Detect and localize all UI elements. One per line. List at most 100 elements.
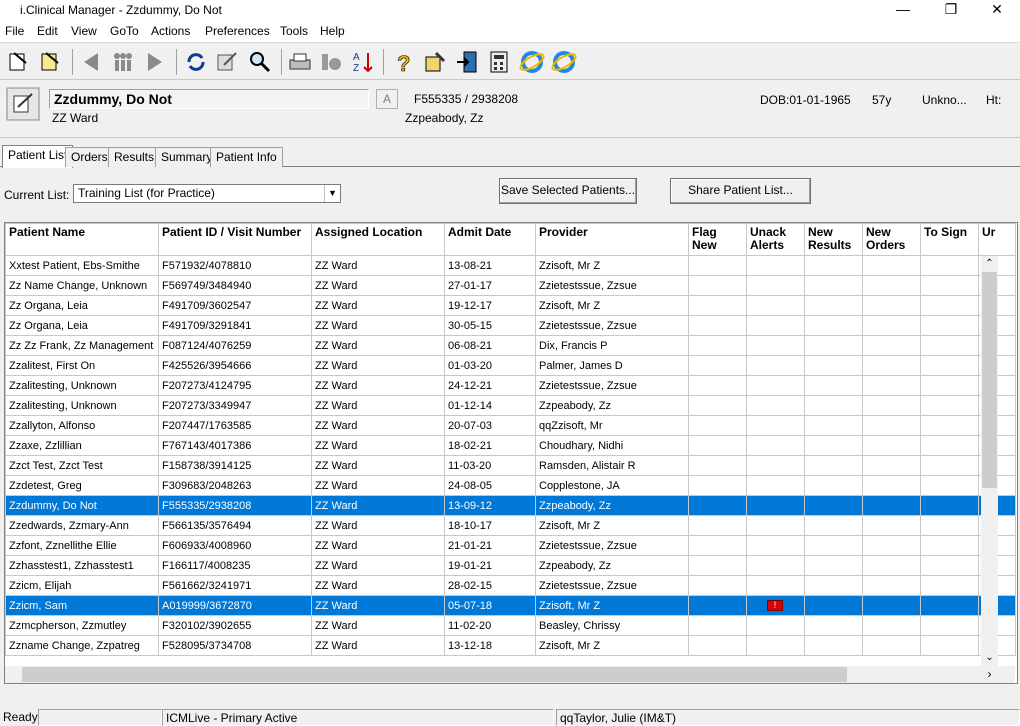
table-cell-empty[interactable] xyxy=(688,415,747,436)
table-cell-empty[interactable] xyxy=(920,255,979,276)
table-cell[interactable]: F207273/3349947 xyxy=(158,395,312,416)
horizontal-scrollbar[interactable]: › xyxy=(5,666,998,683)
table-cell[interactable]: 01-12-14 xyxy=(444,395,536,416)
table-cell-empty[interactable] xyxy=(746,315,805,336)
table-cell-empty[interactable] xyxy=(688,295,747,316)
table-cell[interactable]: 30-05-15 xyxy=(444,315,536,336)
table-cell-empty[interactable]: ! xyxy=(746,595,805,616)
table-cell-empty[interactable] xyxy=(804,595,863,616)
table-cell[interactable]: Zzfont, Zznellithe Ellie xyxy=(5,535,159,556)
table-cell[interactable]: ZZ Ward xyxy=(311,375,445,396)
bookmark-icon[interactable] xyxy=(318,49,344,75)
table-cell[interactable]: Zzallyton, Alfonso xyxy=(5,415,159,436)
internet-explorer-icon[interactable] xyxy=(519,49,545,75)
table-row[interactable]: Zzdetest, Greg F309683/2048263 ZZ Ward 24-0… xyxy=(5,475,1016,496)
table-cell-empty[interactable] xyxy=(746,615,805,636)
table-cell-empty[interactable] xyxy=(688,495,747,516)
table-cell-empty[interactable] xyxy=(746,375,805,396)
table-cell-empty[interactable] xyxy=(746,575,805,596)
table-cell[interactable]: Zzietestssue, Zzsue xyxy=(535,315,689,336)
column-header[interactable]: Unack Alerts xyxy=(746,223,805,256)
table-cell-empty[interactable] xyxy=(688,615,747,636)
table-cell-empty[interactable] xyxy=(688,255,747,276)
table-cell[interactable]: ZZ Ward xyxy=(311,495,445,516)
table-cell[interactable]: ZZ Ward xyxy=(311,395,445,416)
table-cell[interactable]: ZZ Ward xyxy=(311,255,445,276)
table-cell[interactable]: F569749/3484940 xyxy=(158,275,312,296)
table-row[interactable]: Zz Name Change, Unknown F569749/3484940 ZZ… xyxy=(5,275,1016,296)
table-row[interactable]: Zzedwards, Zzmary-Ann F566135/3576494 ZZ W… xyxy=(5,515,1016,536)
table-cell[interactable]: Copplestone, JA xyxy=(535,475,689,496)
table-cell-empty[interactable] xyxy=(746,635,805,656)
table-cell[interactable]: ZZ Ward xyxy=(311,455,445,476)
table-cell-empty[interactable] xyxy=(746,275,805,296)
help-icon[interactable]: ? xyxy=(390,49,416,75)
table-cell[interactable]: F491709/3291841 xyxy=(158,315,312,336)
table-cell[interactable]: Zzisoft, Mr Z xyxy=(535,635,689,656)
table-cell[interactable]: F425526/3954666 xyxy=(158,355,312,376)
table-cell-empty[interactable] xyxy=(920,275,979,296)
table-cell-empty[interactable] xyxy=(920,395,979,416)
table-cell-empty[interactable] xyxy=(804,575,863,596)
table-cell-empty[interactable] xyxy=(804,275,863,296)
current-list-select[interactable]: Training List (for Practice) ▼ xyxy=(73,184,341,203)
menu-actions[interactable]: Actions xyxy=(151,24,190,38)
unack-alert-icon[interactable]: ! xyxy=(767,600,783,612)
table-cell-empty[interactable] xyxy=(746,555,805,576)
column-header[interactable]: Assigned Location xyxy=(311,223,445,256)
table-cell-empty[interactable] xyxy=(804,555,863,576)
table-cell-empty[interactable] xyxy=(688,315,747,336)
table-cell-empty[interactable] xyxy=(804,315,863,336)
table-cell[interactable]: Zz Organa, Leia xyxy=(5,315,159,336)
table-cell-empty[interactable] xyxy=(804,255,863,276)
table-cell-empty[interactable] xyxy=(920,295,979,316)
table-cell-empty[interactable] xyxy=(688,595,747,616)
table-cell[interactable]: Zzisoft, Mr Z xyxy=(535,515,689,536)
table-cell[interactable]: ZZ Ward xyxy=(311,415,445,436)
table-cell-empty[interactable] xyxy=(688,355,747,376)
table-cell[interactable]: 24-08-05 xyxy=(444,475,536,496)
exit-door-icon[interactable] xyxy=(454,49,480,75)
table-cell-empty[interactable] xyxy=(688,515,747,536)
table-cell[interactable]: Zz Name Change, Unknown xyxy=(5,275,159,296)
table-cell[interactable]: ZZ Ward xyxy=(311,515,445,536)
table-cell[interactable]: F158738/3914125 xyxy=(158,455,312,476)
table-cell[interactable]: Zzietestssue, Zzsue xyxy=(535,575,689,596)
table-cell-empty[interactable] xyxy=(746,475,805,496)
table-cell[interactable]: F571932/4078810 xyxy=(158,255,312,276)
tab-summary[interactable]: Summary xyxy=(155,147,219,167)
table-row[interactable]: Zzallyton, Alfonso F207447/1763585 ZZ Ward… xyxy=(5,415,1016,436)
table-cell[interactable]: F087124/4076259 xyxy=(158,335,312,356)
table-cell-empty[interactable] xyxy=(862,415,921,436)
table-cell[interactable]: Zzaxe, Zzlillian xyxy=(5,435,159,456)
refresh-icon[interactable] xyxy=(183,49,209,75)
table-cell-empty[interactable] xyxy=(920,535,979,556)
table-cell-empty[interactable] xyxy=(746,295,805,316)
table-cell-empty[interactable] xyxy=(862,555,921,576)
table-row[interactable]: Zz Zz Frank, Zz Management F087124/407625… xyxy=(5,335,1016,356)
table-cell[interactable]: Zzpeabody, Zz xyxy=(535,495,689,516)
table-cell[interactable]: F566135/3576494 xyxy=(158,515,312,536)
table-cell-empty[interactable] xyxy=(804,635,863,656)
table-cell-empty[interactable] xyxy=(920,575,979,596)
table-cell[interactable]: F320102/3902655 xyxy=(158,615,312,636)
table-cell[interactable]: qqZzisoft, Mr xyxy=(535,415,689,436)
table-cell-empty[interactable] xyxy=(688,435,747,456)
allergy-indicator[interactable]: A xyxy=(376,89,398,109)
patient-search-icon[interactable] xyxy=(247,49,273,75)
table-cell[interactable]: Zzietestssue, Zzsue xyxy=(535,535,689,556)
table-cell[interactable]: 13-09-12 xyxy=(444,495,536,516)
table-cell-empty[interactable] xyxy=(746,395,805,416)
table-cell-empty[interactable] xyxy=(920,315,979,336)
table-cell[interactable]: Zzicm, Sam xyxy=(5,595,159,616)
table-cell[interactable]: ZZ Ward xyxy=(311,595,445,616)
table-cell-empty[interactable] xyxy=(804,355,863,376)
restore-icon[interactable]: ❐ xyxy=(928,0,974,20)
table-cell[interactable]: Zzalitesting, Unknown xyxy=(5,375,159,396)
table-cell[interactable]: Zzpeabody, Zz xyxy=(535,395,689,416)
table-cell-empty[interactable] xyxy=(920,615,979,636)
table-cell-empty[interactable] xyxy=(804,335,863,356)
table-row[interactable]: Zzmcpherson, Zzmutley F320102/3902655 ZZ W… xyxy=(5,615,1016,636)
menu-edit[interactable]: Edit xyxy=(37,24,58,38)
table-cell-empty[interactable] xyxy=(688,475,747,496)
